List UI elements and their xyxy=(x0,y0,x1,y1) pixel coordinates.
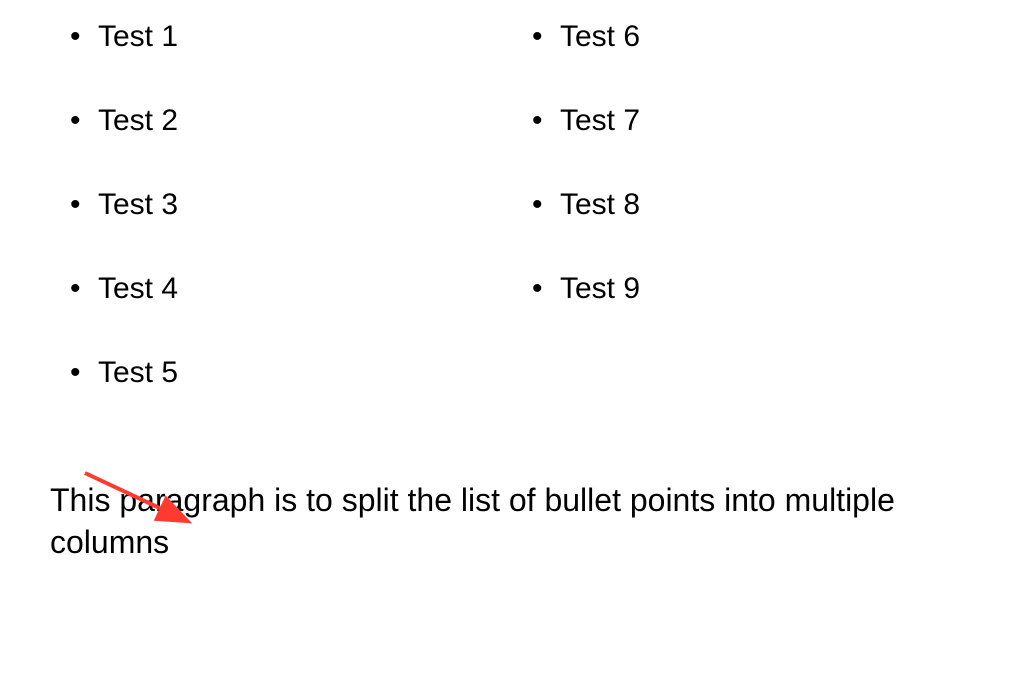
list-item: Test 1 xyxy=(70,20,512,54)
list-item: Test 6 xyxy=(532,20,974,54)
explanatory-paragraph: This paragraph is to split the list of b… xyxy=(50,480,974,563)
list-item: Test 9 xyxy=(532,272,974,306)
column-2: Test 6 Test 7 Test 8 Test 9 xyxy=(512,20,974,440)
bullet-list-2: Test 6 Test 7 Test 8 Test 9 xyxy=(512,20,974,306)
list-item: Test 5 xyxy=(70,356,512,390)
list-item: Test 7 xyxy=(532,104,974,138)
list-item: Test 8 xyxy=(532,188,974,222)
list-item: Test 3 xyxy=(70,188,512,222)
bullet-columns: Test 1 Test 2 Test 3 Test 4 Test 5 Test … xyxy=(50,20,974,440)
column-1: Test 1 Test 2 Test 3 Test 4 Test 5 xyxy=(50,20,512,440)
list-item: Test 4 xyxy=(70,272,512,306)
bullet-list-1: Test 1 Test 2 Test 3 Test 4 Test 5 xyxy=(50,20,512,390)
list-item: Test 2 xyxy=(70,104,512,138)
